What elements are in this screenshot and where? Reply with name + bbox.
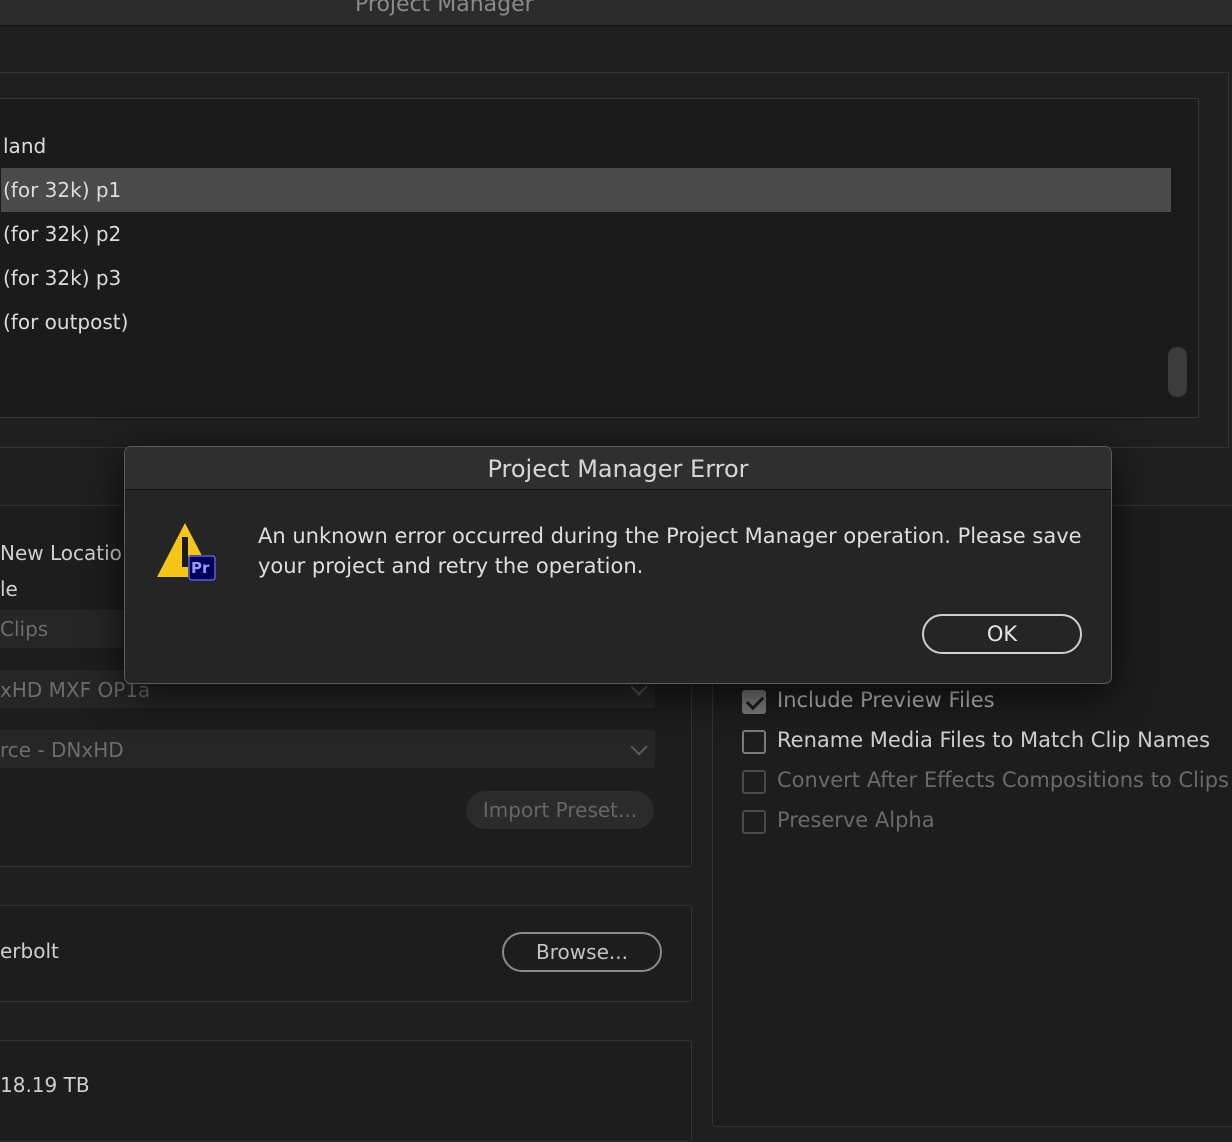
premiere-badge: Pr xyxy=(191,559,210,577)
rename-media-label: Rename Media Files to Match Clip Names xyxy=(777,728,1211,752)
convert-ae-checkbox[interactable] xyxy=(742,770,766,794)
include-preview-label: Include Preview Files xyxy=(777,688,995,712)
include-preview-checkbox[interactable] xyxy=(742,690,766,714)
new-location-option[interactable]: New Locatio xyxy=(0,541,122,565)
sequence-item[interactable]: land xyxy=(1,124,1171,168)
chevron-down-icon xyxy=(630,738,648,756)
ok-button[interactable]: OK xyxy=(922,614,1082,654)
disk-space-panel xyxy=(0,1040,692,1142)
sequence-list-scrollbar[interactable] xyxy=(1168,347,1187,397)
convert-ae-label: Convert After Effects Compositions to Cl… xyxy=(777,768,1229,792)
error-message: An unknown error occurred during the Pro… xyxy=(258,524,1082,578)
window-titlebar: Project Manager xyxy=(0,0,1232,26)
destination-path: erbolt xyxy=(0,939,59,963)
sequence-item[interactable]: (for 32k) p2 xyxy=(1,212,1171,256)
sequence-item-selected[interactable]: (for 32k) p1 xyxy=(1,168,1171,212)
window-title: Project Manager xyxy=(355,0,534,17)
sequence-item[interactable]: (for outpost) xyxy=(1,300,1171,344)
preserve-alpha-label: Preserve Alpha xyxy=(777,808,935,832)
file-option[interactable]: le xyxy=(0,577,18,601)
rename-media-checkbox[interactable] xyxy=(742,730,766,754)
preserve-alpha-checkbox[interactable] xyxy=(742,810,766,834)
sequence-list[interactable]: land (for 32k) p1 (for 32k) p2 (for 32k)… xyxy=(0,98,1199,418)
error-dialog: Project Manager Error Pr An unknown erro… xyxy=(124,446,1112,684)
browse-button[interactable]: Browse... xyxy=(502,932,662,972)
dialog-title: Project Manager Error xyxy=(125,447,1111,490)
clips-dropdown[interactable]: Clips xyxy=(0,610,135,648)
sequence-item[interactable]: (for 32k) p3 xyxy=(1,256,1171,300)
warning-icon: Pr xyxy=(155,519,219,587)
import-preset-button[interactable]: Import Preset... xyxy=(466,791,654,829)
disk-available: 18.19 TB xyxy=(0,1073,90,1097)
preset-dropdown[interactable]: rce - DNxHD xyxy=(0,730,655,768)
